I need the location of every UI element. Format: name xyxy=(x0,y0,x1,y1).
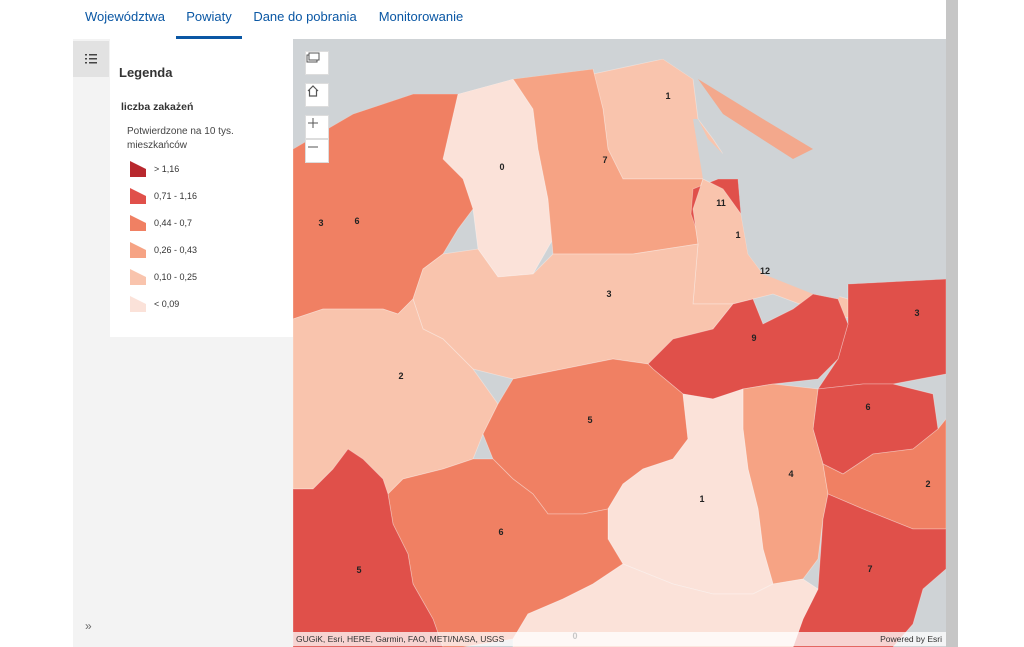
county-value-label: 6 xyxy=(498,527,503,537)
legend-item-label: 0,44 - 0,7 xyxy=(154,218,193,228)
legend-swatch xyxy=(130,188,146,204)
tab-monitorowanie[interactable]: Monitorowanie xyxy=(370,0,472,39)
legend-item-label: > 1,16 xyxy=(154,164,180,174)
legend-panel-background xyxy=(110,337,293,647)
home-icon xyxy=(307,85,319,97)
legend-item: 0,44 - 0,7 xyxy=(130,215,192,231)
legend-layer-name: liczba zakażeń xyxy=(121,101,194,113)
county-value-label: 5 xyxy=(356,565,361,575)
legend-item: 0,71 - 1,16 xyxy=(130,188,197,204)
legend-swatch xyxy=(130,296,146,312)
legend-swatch xyxy=(130,215,146,231)
county-value-label: 4 xyxy=(788,469,793,479)
basemap-gallery-button[interactable] xyxy=(305,51,329,75)
legend-item-label: < 0,09 xyxy=(154,299,180,309)
zoom-out-button[interactable] xyxy=(305,139,329,163)
map-attribution: GUGiK, Esri, HERE, Garmin, FAO, METI/NAS… xyxy=(293,632,946,646)
tab-wojewodztwa[interactable]: Województwa xyxy=(76,0,174,39)
county-value-label: 3 xyxy=(914,308,919,318)
legend-field-name: Potwierdzone na 10 tys. mieszkańców xyxy=(127,126,234,151)
county-value-label: 2 xyxy=(925,479,930,489)
zoom-in-button[interactable] xyxy=(305,115,329,139)
county-value-label: 3 xyxy=(318,218,323,228)
map-view[interactable]: 10736111123392564216570 GUGiK, Esri, HER… xyxy=(293,39,946,647)
county-value-label: 0 xyxy=(499,162,504,172)
legend-swatch xyxy=(130,242,146,258)
zoom-in-icon xyxy=(308,118,318,128)
tab-powiaty[interactable]: Powiaty xyxy=(176,0,242,39)
list-icon xyxy=(85,54,97,64)
page-scrollbar[interactable] xyxy=(946,0,958,647)
legend-toggle-button[interactable] xyxy=(73,41,109,77)
county-value-label: 6 xyxy=(865,402,870,412)
county-value-label: 5 xyxy=(587,415,592,425)
legend-item-label: 0,71 - 1,16 xyxy=(154,191,198,201)
legend-item-label: 0,10 - 0,25 xyxy=(154,272,198,282)
county-value-label: 11 xyxy=(716,198,726,208)
county-value-label: 7 xyxy=(602,155,607,165)
attribution-text: GUGiK, Esri, HERE, Garmin, FAO, METI/NAS… xyxy=(296,634,505,644)
legend-item: > 1,16 xyxy=(130,161,179,177)
county-value-label: 3 xyxy=(606,289,611,299)
legend-item: 0,26 - 0,43 xyxy=(130,242,197,258)
powered-by-esri[interactable]: Powered by Esri xyxy=(880,632,942,646)
left-tool-strip: » xyxy=(73,39,110,647)
county-value-label: 9 xyxy=(751,333,756,343)
county-value-label: 2 xyxy=(398,371,403,381)
choropleth-map[interactable]: 10736111123392564216570 xyxy=(293,39,946,647)
expand-panel-icon[interactable]: » xyxy=(85,619,92,633)
county-value-label: 1 xyxy=(699,494,704,504)
county-value-label: 6 xyxy=(354,216,359,226)
county-value-label: 7 xyxy=(867,564,872,574)
county-value-label: 1 xyxy=(665,91,670,101)
legend-panel: Legenda liczba zakażeń Potwierdzone na 1… xyxy=(110,39,293,337)
zoom-out-icon xyxy=(308,146,318,148)
legend-item-label: 0,26 - 0,43 xyxy=(154,245,198,255)
legend-item: < 0,09 xyxy=(130,296,179,312)
legend-swatch xyxy=(130,161,146,177)
top-navigation: Województwa Powiaty Dane do pobrania Mon… xyxy=(0,0,946,39)
legend-title: Legenda xyxy=(119,65,173,80)
legend-item: 0,10 - 0,25 xyxy=(130,269,197,285)
legend-swatch xyxy=(130,269,146,285)
basemap-gallery-icon xyxy=(306,52,320,63)
county-value-label: 1 xyxy=(735,230,740,240)
county-value-label: 12 xyxy=(760,266,770,276)
tab-dane-do-pobrania[interactable]: Dane do pobrania xyxy=(247,0,363,39)
home-button[interactable] xyxy=(305,83,329,107)
